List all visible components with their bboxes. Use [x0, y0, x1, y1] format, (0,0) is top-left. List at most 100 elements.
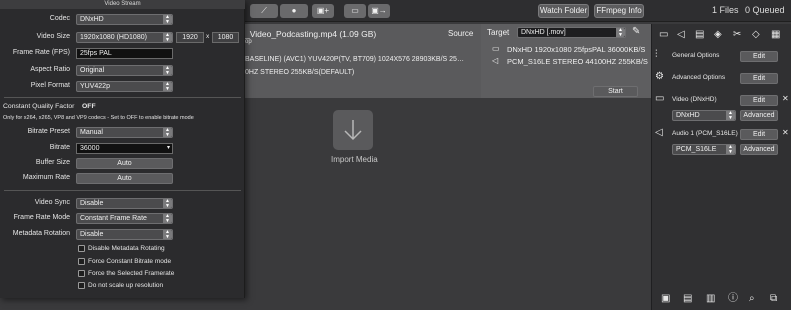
- select-arrows-icon: ▲ ▼: [163, 199, 172, 208]
- video-sync-select[interactable]: Disable ▲ ▼: [76, 198, 173, 209]
- no-scale-up-checkbox[interactable]: [78, 282, 85, 289]
- select-arrows-icon: ▲ ▼: [726, 111, 735, 120]
- video-sync-value: Disable: [80, 200, 104, 207]
- video-size-value: 1920x1080 (HD1080): [80, 34, 147, 41]
- source-label: Source: [448, 29, 474, 38]
- metadata-rotation-select[interactable]: Disable ▲ ▼: [76, 229, 173, 240]
- speaker-icon: ◁: [655, 127, 663, 138]
- select-arrows-icon: ▲ ▼: [163, 33, 172, 42]
- video-codec-value: DNxHD: [676, 112, 700, 119]
- bitrate-value: 36000: [80, 145, 100, 152]
- search-icon[interactable]: ⌕: [749, 294, 755, 304]
- magic-wand-icon[interactable]: ✎: [632, 26, 640, 37]
- tools-icon[interactable]: ✂: [733, 30, 741, 40]
- frame-rate-mode-value: Constant Frame Rate: [80, 215, 147, 222]
- video-icon[interactable]: ▭: [659, 30, 668, 40]
- start-button[interactable]: Start: [593, 86, 638, 97]
- tag-icon[interactable]: ◇: [752, 30, 760, 40]
- target-info-area[interactable]: Target DNxHD [.mov] ▲ ▼ ✎ ▭ DNxHD 1920x10…: [481, 24, 651, 98]
- select-arrows-icon: ▲ ▼: [163, 128, 172, 137]
- select-arrows-icon: ▲ ▼: [163, 15, 172, 24]
- cqf-label: Constant Quality Factor: [3, 103, 75, 110]
- import-drop-area[interactable]: Import Media: [245, 98, 651, 310]
- pixel-format-value: YUV422p: [80, 83, 110, 90]
- cube-icon[interactable]: ◈: [714, 30, 722, 40]
- import-arrow-box[interactable]: [333, 110, 373, 150]
- main-toolbar: ⟋ ● ▣+ ▭ ▣→ Watch Folder FFmpeg Info 1 F…: [245, 0, 791, 22]
- import-media-label: Import Media: [331, 155, 378, 164]
- audio-codec-select[interactable]: PCM_S16LE ▲ ▼: [672, 144, 736, 155]
- select-arrows-icon: ▲ ▼: [616, 28, 625, 37]
- frame-rate-combo[interactable]: 25fps PAL: [76, 48, 173, 59]
- speaker-icon: ◁: [492, 56, 499, 65]
- codec-select[interactable]: DNxHD ▲ ▼: [76, 14, 173, 25]
- film-strip-icon[interactable]: ▥: [706, 294, 715, 304]
- source-info-area[interactable]: _Video_Podcasting.mp4 (1.09 GB) op Sourc…: [245, 24, 481, 98]
- maximum-rate-field[interactable]: Auto: [76, 173, 173, 184]
- target-video-info: DNxHD 1920x1080 25fpsPAL 36000KB/S: [507, 45, 646, 54]
- video-sync-label: Video Sync: [34, 199, 70, 206]
- disable-metadata-rotating-checkbox[interactable]: [78, 245, 85, 252]
- aspect-ratio-value: Original: [80, 67, 105, 74]
- save-icon[interactable]: ▣: [661, 294, 670, 304]
- export-button[interactable]: ▣→: [368, 4, 390, 18]
- target-label: Target: [487, 28, 510, 37]
- wand-tool-button[interactable]: ⟋: [250, 4, 278, 18]
- remove-video-icon[interactable]: ✕: [782, 94, 789, 104]
- video-stream-panel: Video Stream Codec DNxHD ▲ ▼ Video Size 1…: [0, 0, 245, 298]
- bitrate-input[interactable]: 36000 ▾: [76, 143, 173, 154]
- watch-folder-button[interactable]: Watch Folder: [538, 4, 589, 18]
- bitrate-preset-select[interactable]: Manual ▲ ▼: [76, 127, 173, 138]
- frame-rate-value: 25fps PAL: [80, 50, 112, 57]
- stream-settings-panel: ▭ ◁ ▤ ◈ ✂ ◇ ▦ ⫶ General Options Edit ⚙ A…: [651, 24, 791, 310]
- width-input[interactable]: 1920: [176, 32, 204, 43]
- aspect-ratio-select[interactable]: Original ▲ ▼: [76, 65, 173, 76]
- wand-icon: ⟋: [261, 6, 267, 15]
- source-video-info: BASELINE) (AVC1) YUV420P(TV, BT709) 1024…: [245, 56, 464, 63]
- target-preset-select[interactable]: DNxHD [.mov] ▲ ▼: [517, 27, 626, 38]
- record-button[interactable]: ●: [280, 4, 308, 18]
- screen-icon: ▭: [351, 6, 359, 15]
- info-list-icon[interactable]: ▦: [771, 30, 780, 40]
- subtitle-icon[interactable]: ▤: [695, 30, 704, 40]
- video-size-select[interactable]: 1920x1080 (HD1080) ▲ ▼: [76, 32, 173, 43]
- force-selected-framerate-label: Force the Selected Framerate: [88, 270, 175, 277]
- info-icon[interactable]: ⓘ: [728, 294, 738, 304]
- buffer-size-field[interactable]: Auto: [76, 158, 173, 169]
- metadata-rotation-label: Metadata Rotation: [12, 230, 70, 237]
- video-stream-edit-button[interactable]: Edit: [740, 95, 778, 106]
- screen-capture-button[interactable]: ▭: [344, 4, 366, 18]
- video-size-label: Video Size: [36, 33, 70, 40]
- disable-metadata-rotating-label: Disable Metadata Rotating: [88, 245, 165, 252]
- audio-stream-edit-button[interactable]: Edit: [740, 129, 778, 140]
- video-advanced-button[interactable]: Advanced: [740, 110, 778, 121]
- chevron-down-icon[interactable]: ▾: [167, 144, 170, 153]
- force-constant-bitrate-checkbox[interactable]: [78, 258, 85, 265]
- pixel-format-select[interactable]: YUV422p ▲ ▼: [76, 81, 173, 92]
- circle-icon: ●: [291, 6, 297, 15]
- audio-advanced-button[interactable]: Advanced: [740, 144, 778, 155]
- frame-rate-mode-select[interactable]: Constant Frame Rate ▲ ▼: [76, 213, 173, 224]
- force-selected-framerate-checkbox[interactable]: [78, 270, 85, 277]
- add-video-button[interactable]: ▣+: [312, 4, 334, 18]
- remove-audio-icon[interactable]: ✕: [782, 128, 789, 138]
- video-codec-select[interactable]: DNxHD ▲ ▼: [672, 110, 736, 121]
- size-separator: x: [206, 33, 210, 40]
- select-arrows-icon: ▲ ▼: [163, 82, 172, 91]
- target-audio-info: PCM_S16LE STEREO 44100HZ 255KB/S: [507, 57, 648, 66]
- bitrate-preset-label: Bitrate Preset: [27, 128, 70, 135]
- video-stream-title: Video Stream: [104, 1, 141, 7]
- audio-icon[interactable]: ◁: [677, 30, 685, 40]
- advanced-options-edit-button[interactable]: Edit: [740, 73, 778, 84]
- cqf-value[interactable]: OFF: [82, 103, 96, 110]
- general-options-edit-button[interactable]: Edit: [740, 51, 778, 62]
- video-stream-title: Video (DNxHD): [672, 96, 717, 103]
- video-stream-titlebar: Video Stream: [0, 0, 245, 9]
- height-input[interactable]: 1080: [212, 32, 239, 43]
- general-options-label: General Options: [672, 52, 720, 59]
- files-count: 1 Files: [712, 5, 739, 15]
- select-arrows-icon: ▲ ▼: [163, 214, 172, 223]
- terminal-icon[interactable]: ▤: [683, 294, 692, 304]
- copy-icon[interactable]: ⧉: [770, 294, 777, 304]
- ffmpeg-info-button[interactable]: FFmpeg Info: [594, 4, 644, 18]
